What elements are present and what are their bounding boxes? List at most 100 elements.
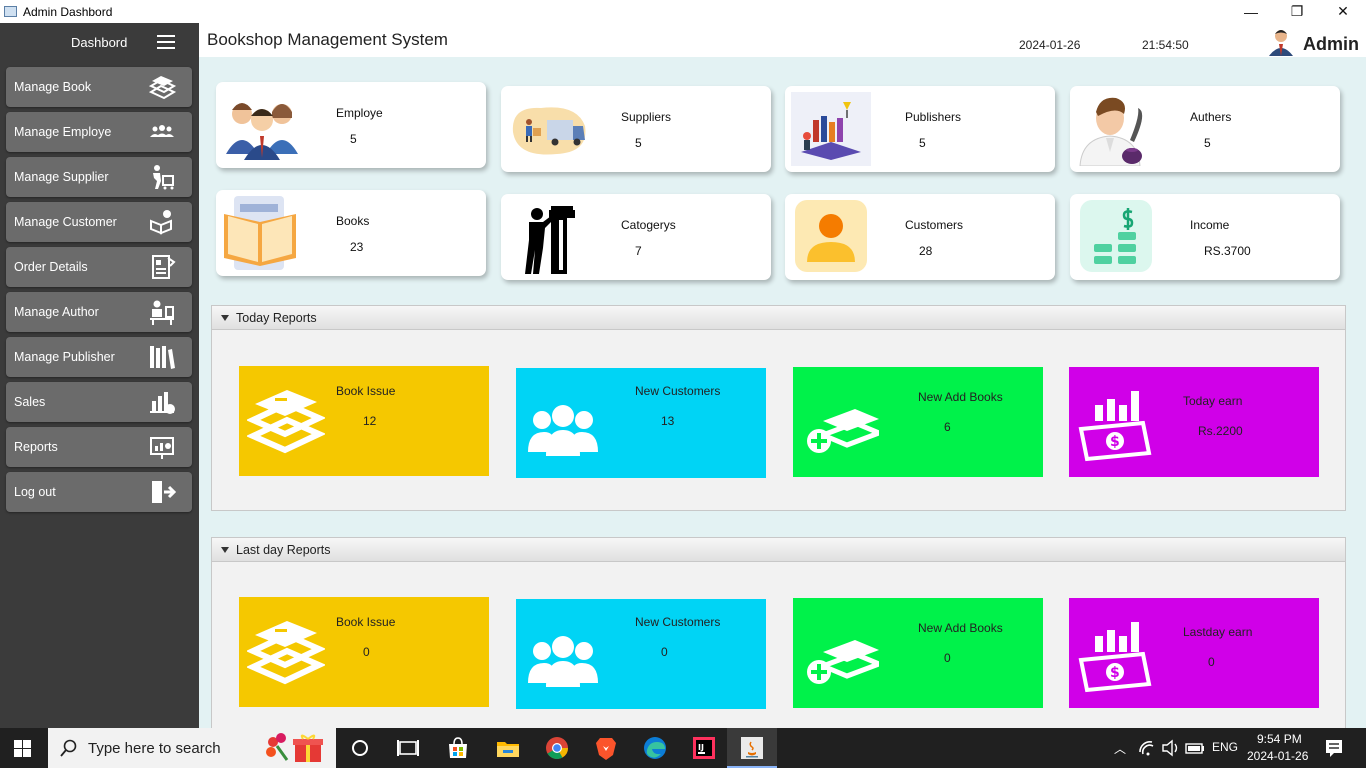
lastday-new-add-books-card[interactable]: New Add Books 0 — [793, 598, 1043, 708]
intellij-idea-icon[interactable]: IJ — [690, 734, 718, 762]
task-view-icon[interactable] — [394, 734, 422, 762]
sidebar-item-label: Order Details — [14, 260, 88, 274]
tray-chevron-up-icon[interactable]: ︿ — [1114, 740, 1126, 757]
reading-person-icon — [150, 210, 172, 235]
lastday-reports-toggle[interactable]: Last day Reports — [212, 538, 1345, 562]
sidebar-item-label: Reports — [14, 440, 58, 454]
notification-center-icon[interactable] — [1322, 736, 1346, 760]
taskbar-active-app[interactable] — [727, 728, 777, 768]
wifi-icon[interactable] — [1136, 736, 1160, 760]
gift-flowers-icon — [266, 733, 323, 762]
today-reports-panel: Today Reports Book Issue 12 New Customer… — [211, 305, 1346, 511]
report-value: 0 — [944, 651, 951, 665]
logout-icon — [152, 481, 176, 503]
stat-card-suppliers[interactable]: Suppliers 5 — [501, 86, 771, 172]
report-value: 0 — [661, 645, 668, 659]
sidebar-item-sales[interactable]: Sales — [6, 382, 192, 422]
taskbar-clock-time[interactable]: 9:54 PM — [1257, 732, 1302, 746]
customer-user-icon — [795, 200, 867, 272]
chrome-icon[interactable] — [543, 734, 571, 762]
today-new-add-books-card[interactable]: New Add Books 6 — [793, 367, 1043, 477]
stat-card-publishers[interactable]: Publishers 5 — [785, 86, 1055, 172]
users-group-icon — [528, 636, 598, 687]
report-label: New Add Books — [918, 621, 1003, 635]
money-growth-icon: $ — [1078, 391, 1152, 462]
bookshelf-icon — [150, 346, 175, 369]
close-button[interactable]: ✕ — [1320, 0, 1366, 23]
sales-chart-icon — [150, 392, 175, 414]
sidebar-item-label: Manage Publisher — [14, 350, 115, 364]
lastday-earn-card[interactable]: $ Lastday earn 0 — [1069, 598, 1319, 708]
sidebar-item-manage-employe[interactable]: Manage Employe — [6, 112, 192, 152]
stat-value: 5 — [919, 136, 926, 150]
report-value: 0 — [363, 645, 370, 659]
report-label: Lastday earn — [1183, 625, 1253, 639]
sidebar-item-label: Sales — [14, 395, 46, 409]
stat-card-books[interactable]: Books 23 — [216, 190, 486, 276]
today-reports-toggle[interactable]: Today Reports — [212, 306, 1345, 330]
window-controls: — ❐ ✕ — [1228, 0, 1366, 23]
windows-start-icon[interactable] — [14, 740, 31, 757]
taskbar: Type here to search IJ ︿ ENG 9:54 PM 202… — [0, 728, 1366, 768]
order-document-icon — [152, 255, 176, 279]
hamburger-menu-icon[interactable] — [157, 35, 175, 49]
stat-label: Catogerys — [621, 218, 676, 232]
edge-browser-icon[interactable] — [641, 734, 669, 762]
svg-text:IJ: IJ — [698, 743, 704, 752]
sidebar-item-order-details[interactable]: Order Details — [6, 247, 192, 287]
stat-value: 23 — [350, 240, 364, 254]
stat-card-employe[interactable]: Employe 5 — [216, 82, 486, 168]
delivery-person-icon — [153, 165, 174, 190]
stat-label: Books — [336, 214, 370, 228]
sidebar-item-manage-customer[interactable]: Manage Customer — [6, 202, 192, 242]
stat-card-income[interactable]: Income RS.3700 — [1070, 194, 1340, 280]
language-indicator[interactable]: ENG — [1212, 740, 1238, 754]
minimize-button[interactable]: — — [1228, 0, 1274, 23]
report-label: Today earn — [1183, 394, 1243, 408]
svg-text:$: $ — [1110, 434, 1120, 450]
microsoft-store-icon[interactable] — [444, 734, 472, 762]
stat-card-authers[interactable]: Authers 5 — [1070, 86, 1340, 172]
today-new-customers-card[interactable]: New Customers 13 — [516, 368, 766, 478]
restore-button[interactable]: ❐ — [1274, 0, 1320, 23]
report-value: 6 — [944, 420, 951, 434]
sidebar-title: Dashbord — [71, 34, 128, 50]
books-stack-icon — [247, 390, 325, 454]
panel-title: Last day Reports — [236, 542, 331, 557]
today-earn-card[interactable]: $ Today earn Rs.2200 — [1069, 367, 1319, 477]
cortana-icon[interactable] — [346, 734, 374, 762]
file-explorer-icon[interactable] — [494, 734, 522, 762]
current-date: 2024-01-26 — [1019, 38, 1081, 52]
window-title: Admin Dashbord — [23, 4, 113, 19]
lastday-new-customers-card[interactable]: New Customers 0 — [516, 599, 766, 709]
stat-value: RS.3700 — [1204, 244, 1251, 258]
battery-icon[interactable] — [1183, 736, 1207, 760]
sidebar-item-manage-publisher[interactable]: Manage Publisher — [6, 337, 192, 377]
sidebar-item-log-out[interactable]: Log out — [6, 472, 192, 512]
window-titlebar: Admin Dashbord — ❐ ✕ — [0, 0, 1366, 23]
volume-icon[interactable] — [1159, 736, 1183, 760]
sidebar-item-label: Manage Supplier — [14, 170, 109, 184]
brave-browser-icon[interactable] — [592, 734, 620, 762]
open-book-icon — [224, 196, 296, 270]
lastday-book-issue-card[interactable]: Book Issue 0 — [239, 597, 489, 707]
taskbar-search-box[interactable]: Type here to search — [48, 728, 336, 768]
lastday-reports-panel: Last day Reports Book Issue 0 New Custom… — [211, 537, 1346, 728]
report-label: New Customers — [635, 384, 721, 398]
sidebar-item-manage-supplier[interactable]: Manage Supplier — [6, 157, 192, 197]
stat-card-catogerys[interactable]: Catogerys 7 — [501, 194, 771, 280]
today-book-issue-card[interactable]: Book Issue 12 — [239, 366, 489, 476]
taskbar-clock-date[interactable]: 2024-01-26 — [1247, 749, 1308, 763]
sidebar-item-label: Manage Employe — [14, 125, 112, 139]
report-label: New Add Books — [918, 390, 1003, 404]
sidebar-item-manage-author[interactable]: Manage Author — [6, 292, 192, 332]
publishing-illustration-icon — [791, 92, 871, 166]
stat-card-customers[interactable]: Customers 28 — [785, 194, 1055, 280]
report-label: Book Issue — [336, 384, 396, 398]
stat-label: Customers — [905, 218, 964, 232]
book-stack-icon — [148, 76, 176, 100]
income-dollar-icon — [1080, 200, 1152, 272]
sidebar-item-reports[interactable]: Reports — [6, 427, 192, 467]
sidebar-item-manage-book[interactable]: Manage Book — [6, 67, 192, 107]
report-value: Rs.2200 — [1198, 424, 1243, 438]
